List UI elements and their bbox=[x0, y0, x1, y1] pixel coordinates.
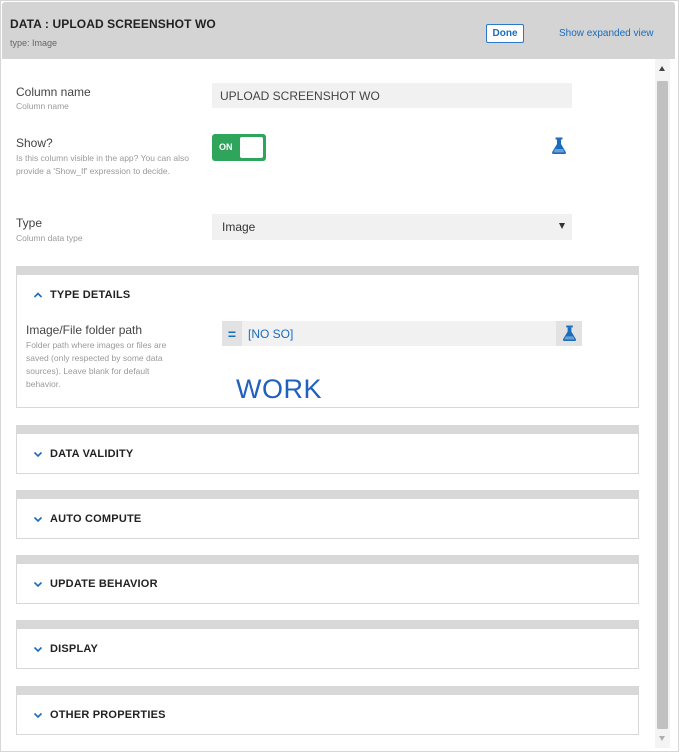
section-title: OTHER PROPERTIES bbox=[50, 709, 166, 721]
column-name-label: Column name bbox=[16, 85, 91, 99]
vertical-scrollbar[interactable] bbox=[655, 59, 670, 748]
section-data-validity-header[interactable]: DATA VALIDITY bbox=[17, 434, 638, 474]
show-expanded-view-link[interactable]: Show expanded view bbox=[559, 28, 654, 39]
type-label: Type bbox=[16, 216, 43, 230]
chevron-down-icon bbox=[33, 516, 43, 523]
scroll-down-arrow-icon[interactable] bbox=[659, 736, 665, 741]
chevron-down-icon bbox=[33, 581, 43, 588]
section-title: TYPE DETAILS bbox=[50, 289, 131, 301]
chevron-down-icon bbox=[33, 451, 43, 458]
section-auto-compute-header[interactable]: AUTO COMPUTE bbox=[17, 499, 638, 539]
section-other-properties[interactable]: OTHER PROPERTIES bbox=[16, 686, 639, 735]
flask-icon[interactable] bbox=[551, 137, 567, 160]
chevron-down-icon bbox=[33, 646, 43, 653]
section-title: DATA VALIDITY bbox=[50, 448, 134, 460]
expression-equals-icon: = bbox=[222, 321, 242, 346]
section-auto-compute[interactable]: AUTO COMPUTE bbox=[16, 490, 639, 539]
column-name-help: Column name bbox=[16, 101, 69, 111]
work-annotation: WORK bbox=[236, 374, 322, 404]
chevron-down-icon bbox=[33, 712, 43, 719]
section-title: AUTO COMPUTE bbox=[50, 513, 142, 525]
column-name-input[interactable]: UPLOAD SCREENSHOT WO bbox=[212, 83, 572, 108]
folder-path-help: Folder path where images or files are sa… bbox=[26, 340, 167, 389]
dialog-title: DATA : UPLOAD SCREENSHOT WO bbox=[10, 17, 216, 31]
section-title: UPDATE BEHAVIOR bbox=[50, 578, 158, 590]
flask-icon[interactable] bbox=[556, 321, 582, 346]
chevron-up-icon bbox=[33, 292, 43, 298]
dropdown-caret-icon bbox=[559, 223, 565, 229]
scroll-up-arrow-icon[interactable] bbox=[659, 66, 665, 71]
show-label: Show? bbox=[16, 136, 53, 150]
folder-path-label: Image/File folder path bbox=[26, 323, 143, 337]
done-button[interactable]: Done bbox=[486, 24, 524, 43]
toggle-on-label: ON bbox=[219, 142, 233, 152]
section-update-behavior[interactable]: UPDATE BEHAVIOR bbox=[16, 555, 639, 604]
dialog-subtitle: type: Image bbox=[10, 38, 58, 48]
section-display-header[interactable]: DISPLAY bbox=[17, 629, 638, 669]
folder-path-input[interactable]: = [NO SO] bbox=[222, 321, 582, 346]
section-type-details-header[interactable]: TYPE DETAILS bbox=[17, 275, 638, 315]
section-title: DISPLAY bbox=[50, 643, 99, 655]
dialog-header: DATA : UPLOAD SCREENSHOT WO type: Image … bbox=[2, 2, 675, 59]
type-select-value: Image bbox=[222, 220, 256, 234]
show-toggle[interactable]: ON bbox=[212, 134, 266, 161]
section-display[interactable]: DISPLAY bbox=[16, 620, 639, 669]
type-select[interactable]: Image bbox=[212, 214, 572, 240]
section-update-behavior-header[interactable]: UPDATE BEHAVIOR bbox=[17, 564, 638, 604]
section-data-validity[interactable]: DATA VALIDITY bbox=[16, 425, 639, 474]
show-help: Is this column visible in the app? You c… bbox=[16, 153, 189, 176]
toggle-knob bbox=[240, 137, 263, 158]
scrollbar-thumb[interactable] bbox=[657, 81, 668, 729]
section-other-properties-header[interactable]: OTHER PROPERTIES bbox=[17, 695, 638, 735]
type-help: Column data type bbox=[16, 233, 83, 243]
folder-path-value: [NO SO] bbox=[248, 327, 294, 341]
